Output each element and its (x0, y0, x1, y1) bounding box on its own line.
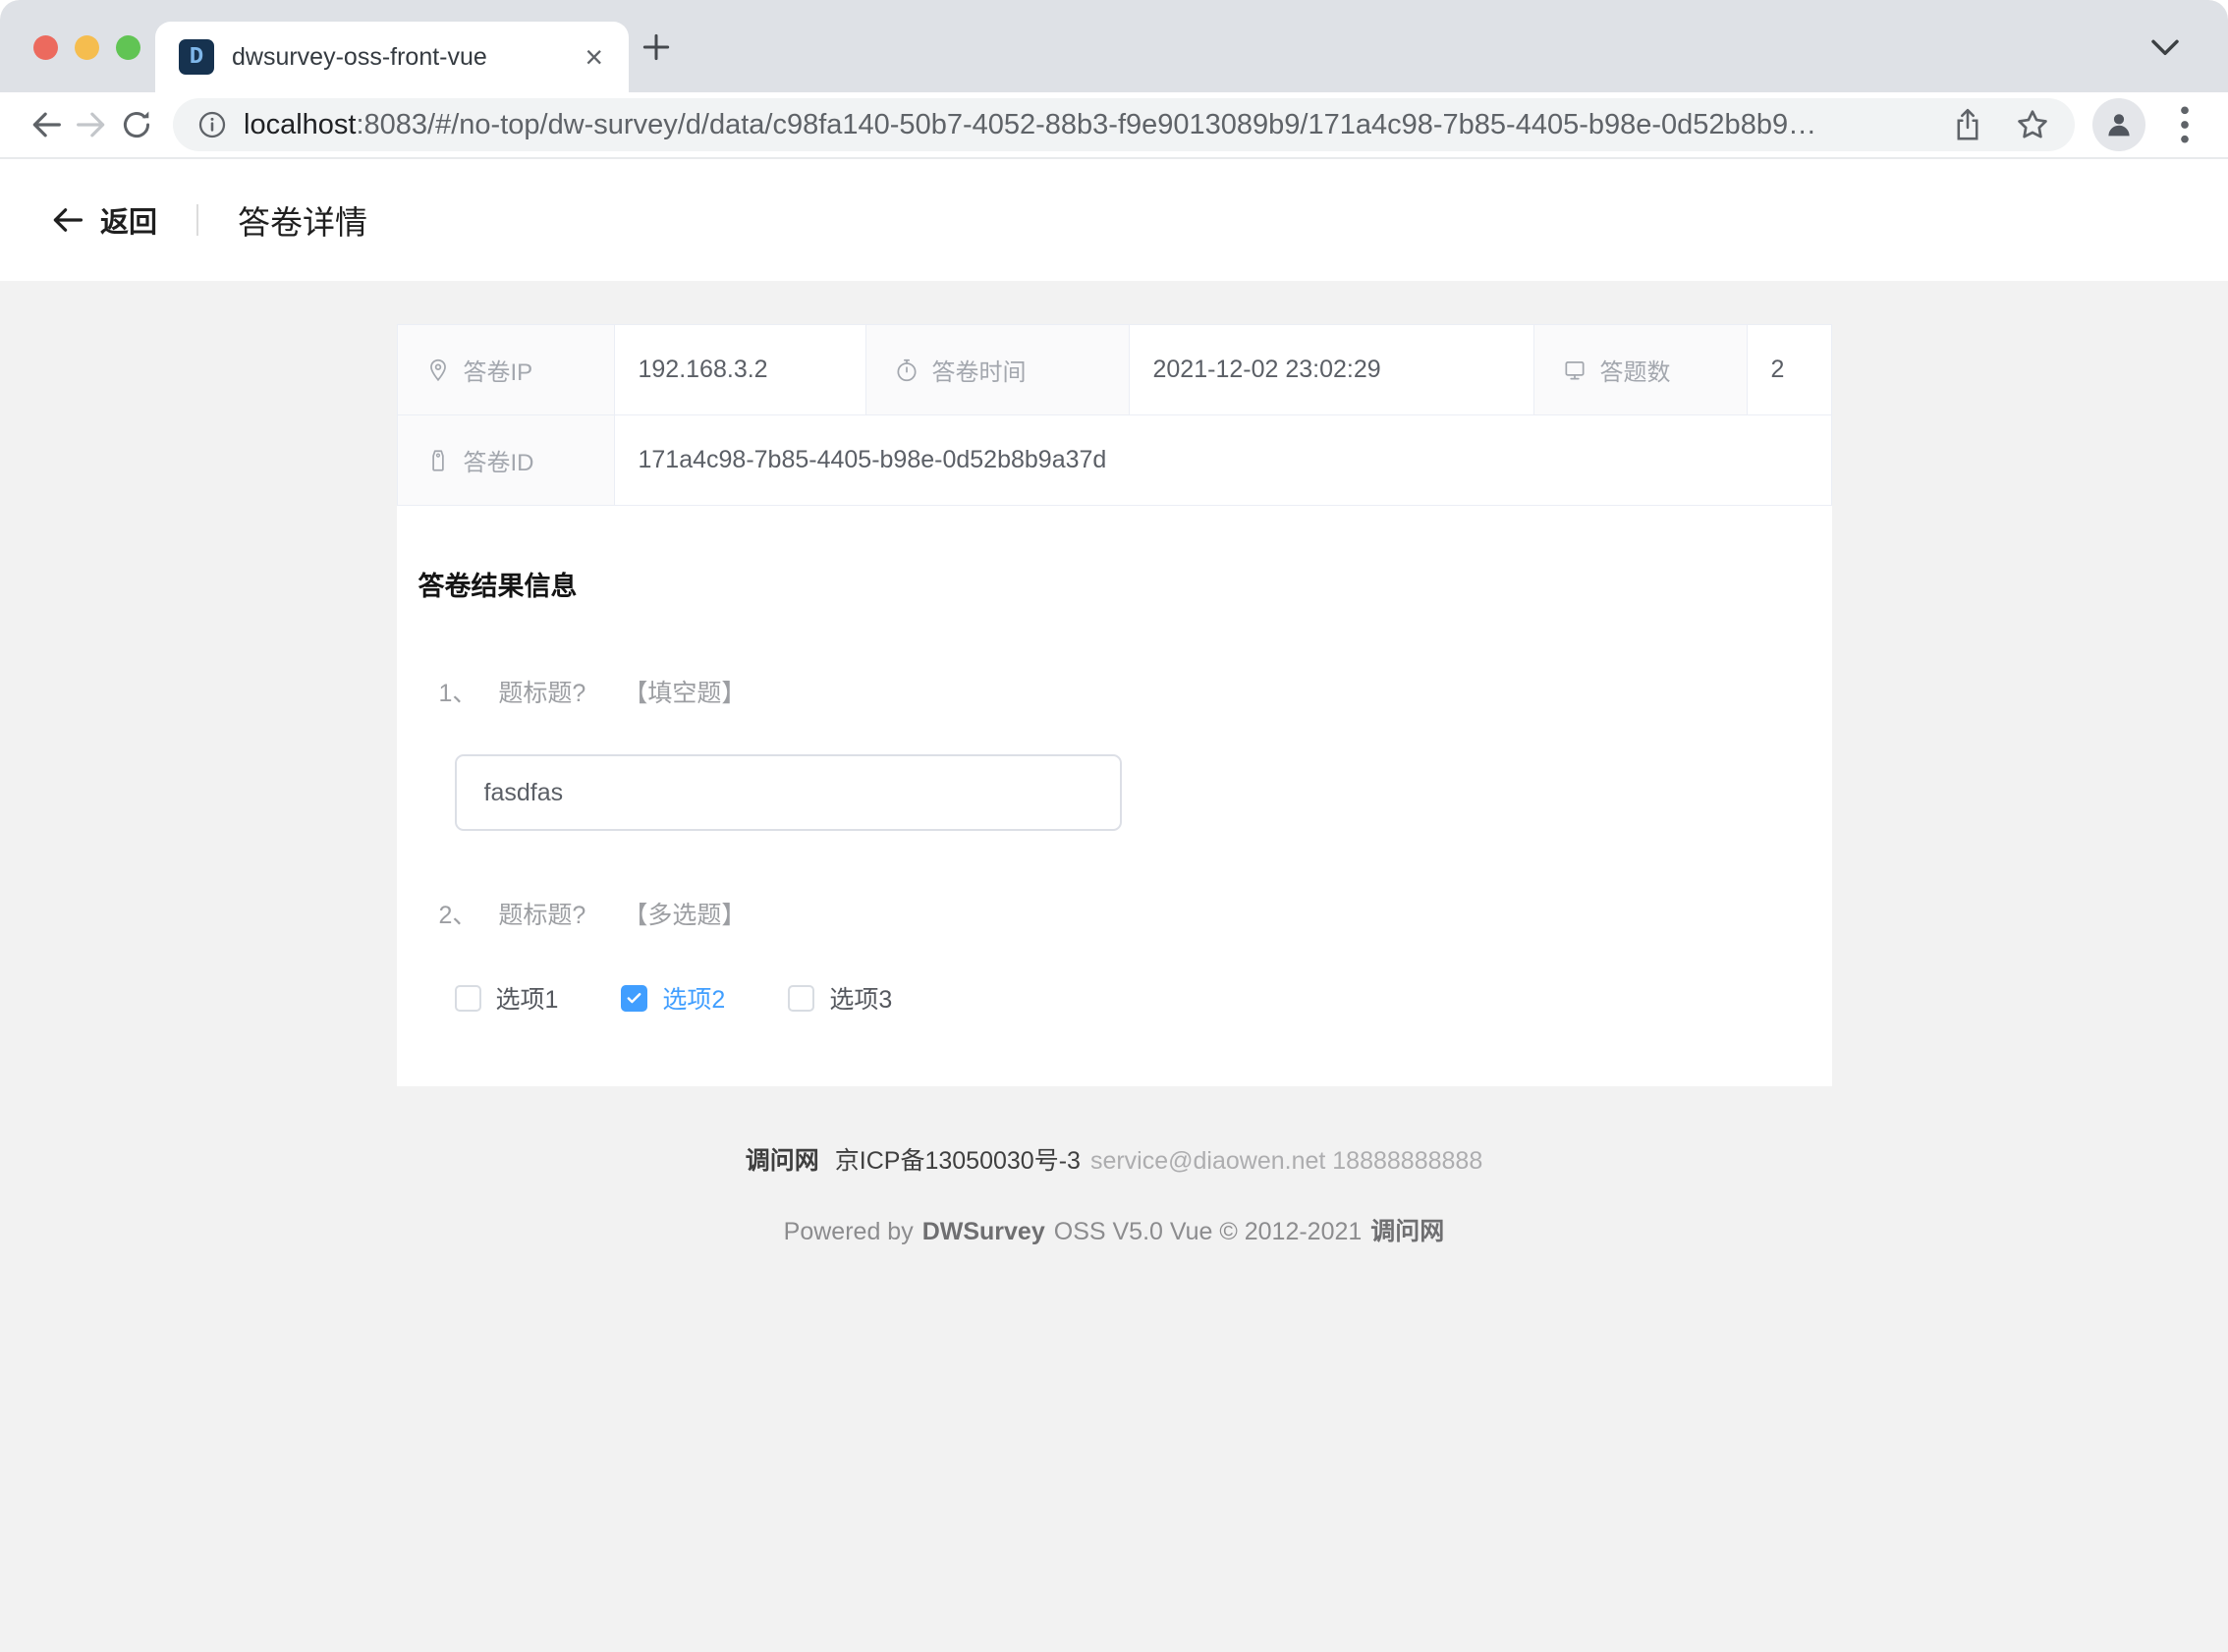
info-icon[interactable] (196, 109, 228, 140)
panel-title: 答卷结果信息 (418, 565, 1832, 603)
answer-info-table: 答卷IP 192.168.3.2 答卷时间 2021-12-02 23:02:2… (397, 324, 1832, 506)
back-button[interactable] (24, 102, 69, 147)
favicon-icon: D (179, 39, 214, 75)
checkbox-icon[interactable] (621, 985, 647, 1012)
tab-close-icon[interactable]: × (579, 39, 609, 75)
option-1-checkbox[interactable]: 选项1 (455, 980, 559, 1016)
url-host: localhost (244, 109, 356, 140)
url-text[interactable]: localhost:8083/#/no-top/dw-survey/d/data… (244, 109, 1933, 141)
browser-toolbar: localhost:8083/#/no-top/dw-survey/d/data… (0, 92, 2228, 159)
tab-title: dwsurvey-oss-front-vue (232, 43, 579, 72)
browser-tab[interactable]: D dwsurvey-oss-front-vue × (155, 22, 629, 92)
answer-count-label: 答题数 (1600, 353, 1671, 387)
content-area: 答卷IP 192.168.3.2 答卷时间 2021-12-02 23:02:2… (0, 281, 2228, 1652)
answer-id-label-cell: 答卷ID (398, 415, 615, 505)
address-bar[interactable]: localhost:8083/#/no-top/dw-survey/d/data… (173, 98, 2075, 151)
question-type-badge: 【多选题】 (623, 896, 746, 931)
question-title: 题标题? (498, 674, 585, 709)
checkbox-icon[interactable] (788, 985, 814, 1012)
forward-arrow-icon (72, 105, 111, 144)
answer-time-label: 答卷时间 (932, 353, 1027, 387)
footer-line-2: Powered by DWSurvey OSS V5.0 Vue © 2012-20… (746, 1212, 1482, 1247)
answer-time-label-cell: 答卷时间 (866, 325, 1130, 414)
browser-window: D dwsurvey-oss-front-vue × localhost:808… (0, 0, 2228, 1652)
brand-name: DWSurvey (922, 1218, 1045, 1245)
checkbox-icon[interactable] (455, 985, 481, 1012)
forward-button[interactable] (69, 102, 114, 147)
check-icon (626, 990, 642, 1007)
kebab-menu-icon (2179, 103, 2191, 146)
answer-count-label-cell: 答题数 (1534, 325, 1748, 414)
option-2-checkbox[interactable]: 选项2 (621, 980, 725, 1016)
traffic-lights (33, 35, 140, 60)
chevron-down-icon (2149, 37, 2181, 59)
browser-menu-button[interactable] (2165, 102, 2204, 147)
bookmark-star-icon[interactable] (2014, 106, 2051, 143)
page-title: 答卷详情 (238, 196, 367, 244)
tab-search-button[interactable] (2149, 37, 2181, 64)
back-label[interactable]: 返回 (100, 199, 157, 241)
plus-icon (637, 28, 676, 67)
reload-button[interactable] (114, 102, 159, 147)
profile-avatar[interactable] (2092, 98, 2145, 151)
answer-time-value: 2021-12-02 23:02:29 (1130, 325, 1534, 414)
monitor-icon (1562, 358, 1587, 383)
back-arrow-icon (27, 105, 66, 144)
option-label[interactable]: 选项1 (496, 980, 559, 1016)
fill-blank-answer-input[interactable] (455, 754, 1122, 831)
page-header: 返回 答卷详情 (0, 159, 2228, 281)
back-link[interactable]: 返回 (49, 199, 157, 241)
option-label[interactable]: 选项2 (662, 980, 725, 1016)
answer-result-panel: 答卷结果信息 1、 题标题? 【填空题】 2、 题标题? 【多选题】 选项1 (397, 506, 1832, 1086)
question-number: 2、 (439, 896, 477, 931)
answer-ip-label-cell: 答卷IP (398, 325, 615, 414)
answer-id-label: 答卷ID (464, 443, 534, 477)
tab-strip: D dwsurvey-oss-front-vue × (0, 0, 2228, 92)
option-label[interactable]: 选项3 (829, 980, 892, 1016)
location-pin-icon (425, 358, 451, 383)
tag-icon (425, 448, 451, 473)
answer-id-value: 171a4c98-7b85-4405-b98e-0d52b8b9a37d (615, 415, 1831, 505)
answer-ip-value: 192.168.3.2 (615, 325, 866, 414)
footer-line-1: 调问网京ICP备13050030号-3 service@diaowen.net 1… (746, 1141, 1482, 1177)
table-row: 答卷IP 192.168.3.2 答卷时间 2021-12-02 23:02:2… (398, 325, 1831, 415)
question-2: 2、 题标题? 【多选题】 (439, 896, 1832, 931)
stopwatch-icon (894, 358, 919, 383)
footer-icp: 京ICP备13050030号-3 (835, 1147, 1081, 1175)
version-copyright-text: OSS V5.0 Vue © 2012-2021 (1054, 1218, 1363, 1245)
answer-ip-label: 答卷IP (464, 353, 533, 387)
table-row: 答卷ID 171a4c98-7b85-4405-b98e-0d52b8b9a37… (398, 415, 1831, 505)
checkbox-options-row: 选项1 选项2 选项3 (455, 980, 1832, 1016)
question-title: 题标题? (498, 896, 585, 931)
answer-count-value: 2 (1748, 325, 1831, 414)
footer-site-name: 调问网 (746, 1147, 819, 1175)
back-arrow-icon (49, 201, 86, 239)
person-icon (2102, 108, 2136, 141)
powered-by-text: Powered by (784, 1218, 914, 1245)
question-1: 1、 题标题? 【填空题】 (439, 674, 1832, 709)
share-icon[interactable] (1951, 106, 1984, 143)
reload-icon (118, 106, 155, 143)
zoom-window-button[interactable] (116, 35, 140, 60)
question-type-badge: 【填空题】 (623, 674, 746, 709)
new-tab-button[interactable] (637, 28, 676, 72)
header-divider (196, 204, 198, 236)
question-number: 1、 (439, 674, 477, 709)
footer-contact: service@diaowen.net 18888888888 (1090, 1147, 1482, 1175)
site-footer: 调问网京ICP备13050030号-3service@diaowen.net 1… (746, 1141, 1482, 1247)
close-window-button[interactable] (33, 35, 58, 60)
option-3-checkbox[interactable]: 选项3 (788, 980, 892, 1016)
url-path: :8083/#/no-top/dw-survey/d/data/c98fa140… (356, 109, 1816, 140)
footer-site-name-2: 调问网 (1370, 1218, 1444, 1245)
minimize-window-button[interactable] (75, 35, 99, 60)
